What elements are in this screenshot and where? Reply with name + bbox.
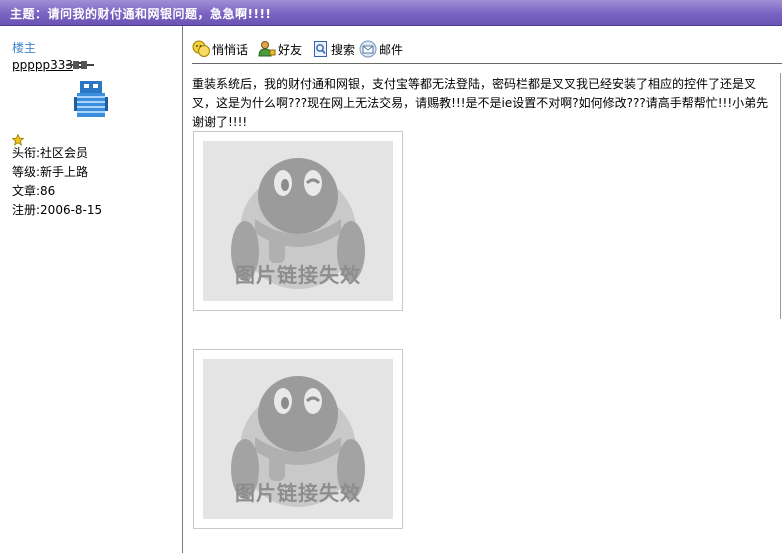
broken-image-caption: 图片链接失效	[235, 481, 361, 505]
whisper-button[interactable]: 悄悄话	[192, 39, 248, 59]
scroll-divider	[780, 73, 781, 319]
broken-image-placeholder: 图片链接失效	[203, 359, 393, 519]
post-body: 重装系统后，我的财付通和网银，支付宝等都无法登陆，密码栏都是叉叉我已经安装了相应…	[192, 77, 769, 129]
friend-icon	[258, 40, 276, 58]
post-toolbar: 悄悄话 好友 搜索 邮件	[192, 37, 782, 64]
post-panel: 悄悄话 好友 搜索 邮件 重装系统后，我的财付通和网银，支付宝等都无法登陆，密码…	[192, 26, 782, 553]
author-role: 楼主	[12, 41, 37, 55]
search-icon	[313, 40, 329, 58]
broken-image-placeholder: 图片链接失效	[203, 141, 393, 301]
whisper-label: 悄悄话	[212, 42, 249, 57]
author-post-count: 文章:86	[12, 184, 56, 198]
broken-image-2[interactable]: 图片链接失效	[193, 349, 403, 529]
author-panel: 楼主 ppppp333 头衔:社区会员 等级:新手上路 文章:86 注册:200…	[0, 26, 183, 553]
search-label: 搜索	[331, 42, 356, 57]
author-level: 等级:新手上路	[12, 165, 89, 179]
mail-button[interactable]: 邮件	[359, 39, 403, 59]
author-register-date: 注册:2006-8-15	[12, 203, 103, 217]
whisper-icon	[192, 40, 210, 58]
add-friend-button[interactable]: 好友	[258, 39, 302, 59]
broken-image-1[interactable]: 图片链接失效	[193, 131, 403, 311]
online-status-plug-icon	[66, 59, 94, 73]
friend-label: 好友	[278, 42, 303, 57]
search-button[interactable]: 搜索	[313, 39, 355, 59]
author-username[interactable]: ppppp333	[12, 58, 73, 72]
broken-image-caption: 图片链接失效	[235, 263, 361, 287]
thread-title-bar: 主题：请问我的财付通和网银问题，急急啊!!!!	[0, 0, 782, 26]
thread-title: 主题：请问我的财付通和网银问题，急急啊!!!!	[10, 7, 272, 21]
avatar	[74, 81, 108, 122]
mail-label: 邮件	[379, 42, 404, 57]
author-title: 头衔:社区会员	[12, 146, 89, 160]
mail-icon	[359, 40, 377, 58]
